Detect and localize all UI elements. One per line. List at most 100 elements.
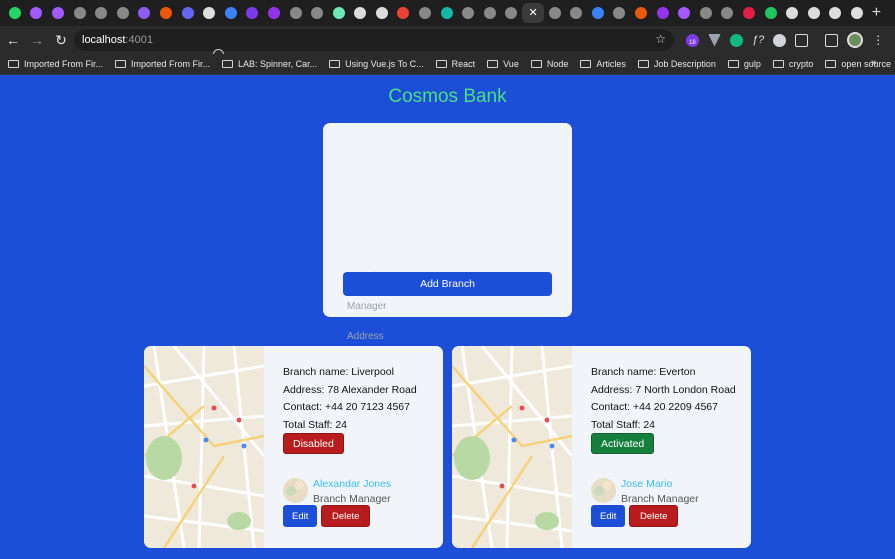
bookmark-label: React <box>451 59 476 69</box>
bookmark-folder[interactable]: Using Vue.js To C... <box>329 59 424 69</box>
browser-tab[interactable] <box>393 3 415 23</box>
status-toggle-button[interactable]: Activated <box>591 433 655 454</box>
bookmark-folder[interactable]: crypto <box>772 59 813 69</box>
tab-favicon-icon <box>354 7 367 19</box>
tab-strip: ✕ + <box>0 0 895 26</box>
browser-tab[interactable] <box>544 3 566 23</box>
bookmark-folder[interactable]: gulp <box>727 59 761 69</box>
browser-tab[interactable] <box>479 3 501 23</box>
browser-tab[interactable] <box>717 3 739 23</box>
browser-tab[interactable] <box>371 3 393 23</box>
browser-tab[interactable] <box>263 3 285 23</box>
bookmark-folder[interactable]: LAB: Spinner, Car... <box>222 59 317 69</box>
tab-favicon-icon <box>267 7 280 19</box>
folder-icon <box>115 60 127 68</box>
status-toggle-button[interactable]: Disabled <box>283 433 344 454</box>
profile-avatar[interactable] <box>847 32 864 48</box>
browser-tab[interactable] <box>328 3 350 23</box>
browser-tab[interactable] <box>673 3 695 23</box>
reload-icon[interactable]: ↻ <box>50 32 72 49</box>
browser-tab[interactable] <box>47 3 69 23</box>
browser-tab[interactable] <box>457 3 479 23</box>
browser-tab[interactable] <box>177 3 199 23</box>
extension-badge-icon[interactable]: 18 <box>686 33 699 47</box>
browser-tab[interactable] <box>652 3 674 23</box>
browser-tab[interactable] <box>4 3 26 23</box>
close-tab-icon[interactable]: ✕ <box>528 7 537 19</box>
bookmark-folder[interactable]: Node <box>530 59 568 69</box>
bookmark-star-icon[interactable]: ☆ <box>655 32 666 46</box>
browser-tab[interactable] <box>306 3 328 23</box>
url-port: :4001 <box>125 34 153 46</box>
browser-tab[interactable] <box>436 3 458 23</box>
manager-name-link[interactable]: Jose Mario <box>621 478 672 490</box>
manager-input[interactable] <box>347 296 547 316</box>
vue-devtools-icon[interactable] <box>708 33 721 47</box>
address-input[interactable] <box>347 326 547 346</box>
grammarly-icon[interactable] <box>730 33 743 47</box>
browser-tab[interactable] <box>69 3 91 23</box>
browser-tab[interactable] <box>825 3 847 23</box>
bookmark-label: gulp <box>743 59 761 69</box>
function-icon[interactable]: ƒ? <box>752 34 764 46</box>
browser-tab[interactable] <box>285 3 307 23</box>
shield-icon[interactable] <box>773 33 787 47</box>
browser-tab[interactable] <box>134 3 156 23</box>
browser-tab[interactable] <box>565 3 587 23</box>
bookmark-folder[interactable]: Articles <box>580 59 626 69</box>
forward-arrow-icon[interactable]: → <box>26 32 48 48</box>
puzzle-extensions-icon[interactable] <box>795 33 809 47</box>
tab-favicon-icon <box>721 7 734 19</box>
tab-favicon-icon <box>548 7 561 19</box>
manager-name-link[interactable]: Alexandar Jones <box>313 478 391 490</box>
browser-tab[interactable] <box>220 3 242 23</box>
delete-button[interactable]: Delete <box>321 505 371 527</box>
browser-tab[interactable] <box>26 3 48 23</box>
tab-favicon-icon <box>224 7 237 19</box>
tab-favicon-icon <box>786 7 799 19</box>
bookmark-folder[interactable]: Imported From Fir... <box>115 59 210 69</box>
bookmark-folder[interactable]: Vue <box>487 59 519 69</box>
browser-tab[interactable] <box>112 3 134 23</box>
tab-favicon-icon <box>332 7 345 19</box>
add-branch-button[interactable]: Add Branch <box>343 272 552 296</box>
browser-tab[interactable] <box>155 3 177 23</box>
browser-tab[interactable] <box>587 3 609 23</box>
bookmarks-overflow-icon[interactable]: » <box>871 57 877 69</box>
back-arrow-icon[interactable]: ← <box>2 32 24 48</box>
browser-tab[interactable] <box>198 3 220 23</box>
browser-tab[interactable] <box>242 3 264 23</box>
side-panel-icon[interactable] <box>825 33 839 47</box>
browser-tab[interactable] <box>501 3 523 23</box>
bookmark-label: Articles <box>596 59 626 69</box>
edit-button[interactable]: Edit <box>591 505 626 527</box>
bookmark-folder[interactable]: Job Description <box>637 59 716 69</box>
manager-avatar <box>283 478 308 503</box>
active-tab[interactable]: ✕ <box>522 3 544 23</box>
edit-button[interactable]: Edit <box>283 505 318 527</box>
tab-favicon-icon <box>505 7 518 19</box>
browser-tab[interactable] <box>414 3 436 23</box>
menu-kebab-icon[interactable]: ⋮ <box>872 33 884 47</box>
browser-tab[interactable] <box>609 3 631 23</box>
browser-tab[interactable] <box>350 3 372 23</box>
folder-icon <box>825 60 837 68</box>
tab-favicon-icon <box>678 7 691 19</box>
tab-favicon-icon <box>656 7 669 19</box>
browser-tab[interactable] <box>846 3 868 23</box>
address-bar[interactable]: localhost:4001 ☆ <box>74 29 674 60</box>
browser-tab[interactable] <box>803 3 825 23</box>
browser-tab[interactable] <box>738 3 760 23</box>
branch-map-image <box>144 346 264 548</box>
new-tab-icon[interactable]: + <box>872 4 881 22</box>
browser-tab[interactable] <box>781 3 803 23</box>
bookmark-folder[interactable]: React <box>435 59 476 69</box>
tab-favicon-icon <box>311 7 324 19</box>
delete-button[interactable]: Delete <box>629 505 679 527</box>
browser-tab[interactable] <box>630 3 652 23</box>
browser-tab[interactable] <box>695 3 717 23</box>
bookmark-folder[interactable]: open source <box>825 59 891 69</box>
browser-tab[interactable] <box>760 3 782 23</box>
bookmark-folder[interactable]: Imported From Fir... <box>8 59 103 69</box>
browser-tab[interactable] <box>90 3 112 23</box>
